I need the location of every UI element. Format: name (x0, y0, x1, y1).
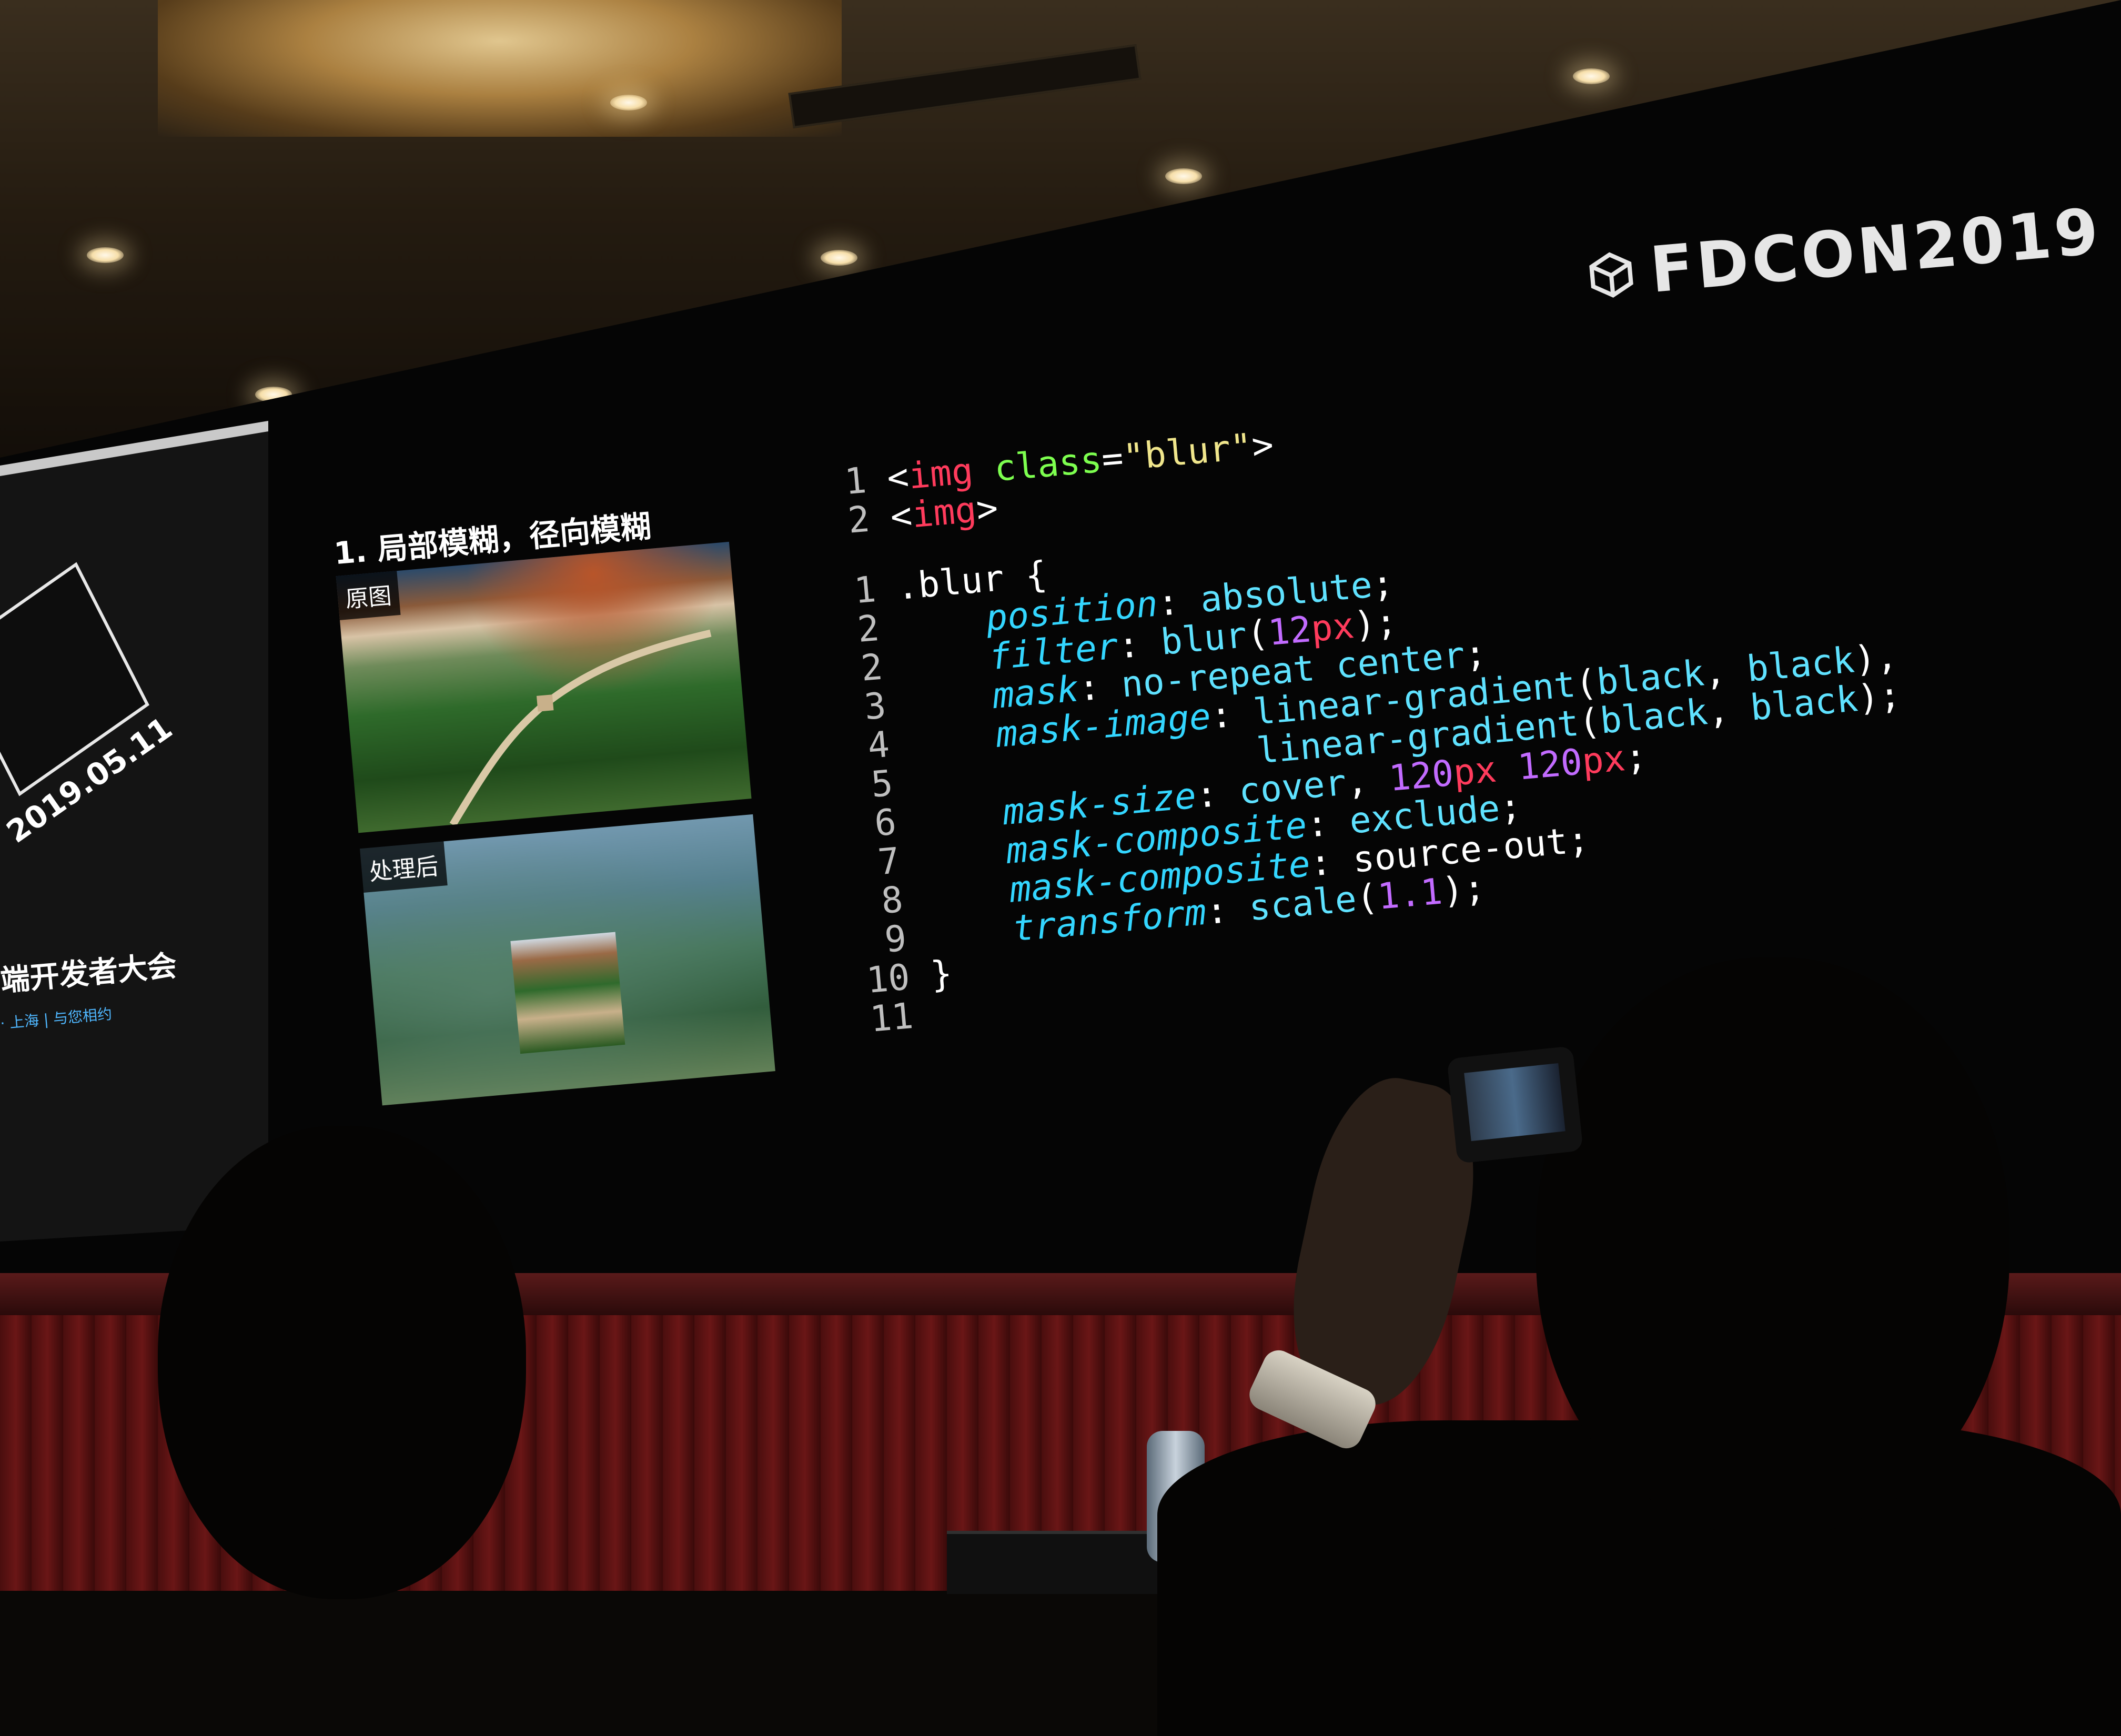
code-block: 1 < img class = "blur" >2 < img >1 .blur {2 posit… (817, 360, 2073, 1041)
audience-head-right (1536, 957, 2009, 1536)
line-number: 7 (876, 840, 902, 884)
ceiling-light (1573, 68, 1610, 84)
code-token: ; (1462, 632, 1488, 676)
line-number: 2 (859, 646, 885, 690)
code-token: : (1116, 622, 1163, 668)
code-token: ; (1498, 785, 1523, 829)
ceiling-light (1165, 168, 1202, 184)
ceiling-light (610, 95, 647, 110)
code-token: , (1344, 758, 1391, 804)
code-token: px (1451, 749, 1499, 794)
brand-logo: FDCON2019 (1584, 195, 2104, 313)
code-token: 120 (1516, 741, 1584, 789)
line-number: 5 (869, 762, 895, 806)
code-token: ( (1245, 612, 1270, 656)
line-number: 8 (880, 879, 905, 923)
code-token: , (1705, 688, 1752, 733)
code-token: : (1194, 771, 1241, 817)
cube-icon (1589, 252, 1633, 298)
processed-photo: 处理后 (360, 814, 775, 1106)
audience-phone (1447, 1046, 1583, 1164)
code-token: } (928, 953, 954, 996)
photo-label-original: 原图 (336, 571, 401, 620)
code-token: < (885, 456, 911, 500)
code-token: : (1305, 801, 1351, 846)
code-token: ( (1577, 700, 1602, 744)
code-token: > (1250, 424, 1276, 468)
unblurred-center-region (510, 932, 625, 1054)
line-number: 11 (868, 995, 915, 1041)
photo-label-processed: 处理后 (360, 841, 448, 893)
code-token: < (888, 494, 914, 538)
code-token: px (1580, 738, 1627, 783)
line-number: 2 (846, 498, 872, 542)
code-token: : (1076, 664, 1124, 710)
line-number: 6 (873, 801, 898, 845)
code-token: : (1204, 887, 1251, 933)
code-token: = (1099, 437, 1125, 481)
code-token: : (1156, 579, 1203, 625)
laptop (947, 1531, 1168, 1594)
line-number: 1 (843, 459, 868, 503)
brand-name: FDCON2019 (1647, 195, 2105, 307)
line-number: 4 (866, 723, 892, 768)
phone-screen (1464, 1063, 1566, 1142)
code-token: : (1308, 839, 1355, 885)
code-token: ( (1354, 876, 1380, 920)
code-token: ); (1855, 674, 1903, 720)
code-token: black (1598, 691, 1710, 742)
code-token: black (1749, 678, 1860, 729)
code-token: 12 (1266, 609, 1313, 654)
code-token: img (910, 489, 978, 537)
original-photo: 原图 (336, 541, 752, 833)
chandelier (158, 0, 842, 137)
code-token: ); (1352, 601, 1399, 647)
ceiling-light (87, 247, 124, 263)
code-token: ); (1440, 867, 1487, 913)
great-wall-illustration (449, 629, 712, 827)
code-token: px (1309, 605, 1356, 650)
code-token: { (1023, 553, 1049, 597)
code-token: : (1208, 692, 1256, 738)
code-token: ( (1573, 662, 1599, 705)
line-number: 10 (865, 956, 912, 1002)
code-token: ; (1370, 562, 1396, 606)
code-token: scale (1247, 878, 1358, 930)
code-token: class (993, 439, 1104, 490)
line-number: 3 (862, 685, 888, 729)
audience-head-left (158, 1126, 526, 1599)
code-token: ; (1623, 735, 1649, 779)
line-number: 1 (852, 569, 878, 612)
code-token: ), (1852, 635, 1900, 681)
code-token: 1.1 (1376, 871, 1444, 918)
line-number: 2 (856, 607, 881, 651)
code-token: , (1702, 649, 1749, 694)
code-token: > (974, 487, 1000, 531)
line-number: 9 (883, 917, 908, 961)
